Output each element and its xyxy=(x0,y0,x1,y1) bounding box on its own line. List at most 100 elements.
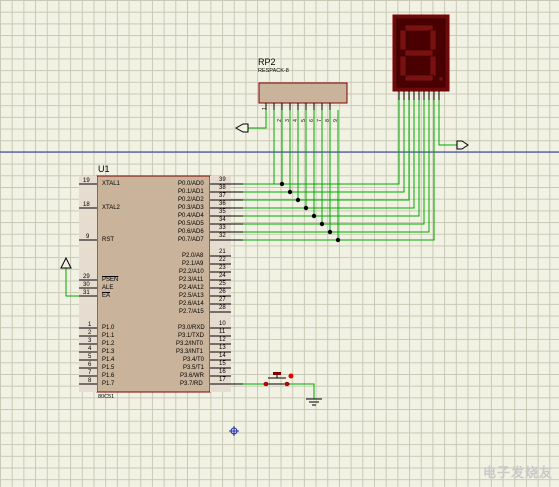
pin-name: XTAL1 xyxy=(102,181,120,187)
power-terminal-right[interactable] xyxy=(456,140,469,150)
pin-number: 4 xyxy=(88,346,92,352)
respack-rp2[interactable] xyxy=(258,82,348,110)
junction-dots xyxy=(279,181,341,243)
pin-name: P1.7 xyxy=(102,381,115,387)
pin-name: XTAL2 xyxy=(102,205,120,211)
pin-number: 39 xyxy=(219,177,226,183)
pin-name: P1.5 xyxy=(102,365,115,371)
u1-part-label: 80C51 xyxy=(98,394,115,400)
pin-number: 22 xyxy=(219,257,226,263)
push-button[interactable] xyxy=(263,372,294,387)
pin-name: P0.0/AD0 xyxy=(178,181,204,187)
pin-name: PSEN xyxy=(102,277,119,283)
pin-number: 25 xyxy=(219,281,226,287)
rp2-pin-number: 1 xyxy=(262,107,268,110)
pin-name: P3.0/RXD xyxy=(178,325,205,331)
pin-number: 31 xyxy=(83,290,90,296)
rp2-pin-number: 7 xyxy=(316,119,323,122)
rp2-pin-number: 6 xyxy=(308,119,315,122)
pin-name: P0.6/AD6 xyxy=(178,229,204,235)
pin-number: 23 xyxy=(219,265,226,271)
pin-number: 37 xyxy=(219,193,226,199)
rp2-pin-number: 5 xyxy=(300,119,307,122)
rp2-common-wire xyxy=(248,110,267,129)
pin-name: P0.2/AD2 xyxy=(178,197,204,203)
pin-number: 16 xyxy=(219,369,226,375)
pin-name: P0.3/AD3 xyxy=(178,205,204,211)
pin-name: EA xyxy=(102,293,111,299)
pin-name: P1.1 xyxy=(102,333,115,339)
pin-number: 13 xyxy=(219,345,226,351)
pin-number: 10 xyxy=(219,321,226,327)
pin-number: 12 xyxy=(219,337,226,343)
pin-number: 26 xyxy=(219,289,226,295)
pin-number: 34 xyxy=(219,217,226,223)
ea-wire xyxy=(65,268,79,297)
rp2-part-label: RESPACK-8 xyxy=(258,68,289,74)
display-common-wire xyxy=(438,100,457,146)
pin-name: P0.1/AD1 xyxy=(178,189,204,195)
pin-name: P3.6/WR xyxy=(180,373,205,379)
pin-name: P1.3 xyxy=(102,349,115,355)
watermark-text: 电子发烧友 xyxy=(482,465,553,480)
pin-number: 15 xyxy=(219,361,226,367)
pin-name: P2.2/A10 xyxy=(179,269,204,275)
rp2-ref-label: RP2 xyxy=(258,57,276,67)
pin-name: P3.4/T0 xyxy=(183,357,205,363)
pin-name: P0.5/AD5 xyxy=(178,221,204,227)
pin-name: P2.6/A14 xyxy=(179,301,204,307)
pin-number: 6 xyxy=(88,362,92,368)
rp2-pin-number: 8 xyxy=(324,119,331,122)
pin-name: P2.5/A13 xyxy=(179,293,204,299)
pin-number: 36 xyxy=(219,201,226,207)
schematic-canvas[interactable]: U1 80C51 19 XTAL1 18 XTAL2 9 RST 29 PSEN… xyxy=(0,0,559,487)
pin-number: 28 xyxy=(219,305,226,311)
pin-number: 5 xyxy=(88,354,92,360)
pin-name: P3.2/INT0 xyxy=(176,341,204,347)
button-wires xyxy=(243,383,315,399)
origin-marker xyxy=(229,426,239,436)
pin-name: P0.4/AD4 xyxy=(178,213,204,219)
pin-name: P3.1/TXD xyxy=(178,333,205,339)
pin-number: 32 xyxy=(219,233,226,239)
rp2-pin-number: 2 xyxy=(276,119,283,122)
seven-segment-display[interactable] xyxy=(392,14,450,100)
pin-name: P2.7/A15 xyxy=(179,309,204,315)
pin-name: P1.6 xyxy=(102,373,115,379)
pin-number: 24 xyxy=(219,273,226,279)
pin-number: 18 xyxy=(83,202,90,208)
pin-number: 3 xyxy=(88,338,92,344)
pin-name: P1.4 xyxy=(102,357,115,363)
pin-name: P2.4/A12 xyxy=(179,285,204,291)
pin-name: P2.1/A9 xyxy=(182,261,204,267)
power-terminal-left[interactable] xyxy=(234,123,249,133)
power-terminal-ea[interactable] xyxy=(60,256,72,269)
pin-name: RST xyxy=(102,237,114,243)
watermark-logo: 电子发烧友 xyxy=(483,462,553,481)
pin-name: P1.2 xyxy=(102,341,115,347)
pin-number: 21 xyxy=(219,249,226,255)
pin-number: 2 xyxy=(88,330,92,336)
pin-number: 14 xyxy=(219,353,226,359)
rp2-pin-number: 3 xyxy=(284,119,291,122)
pin-name: P3.3/INT1 xyxy=(176,349,204,355)
pin-name: P3.5/T1 xyxy=(183,365,205,371)
pin-number: 29 xyxy=(83,274,90,280)
pin-name: P3.7/RD xyxy=(180,381,203,387)
pin-number: 30 xyxy=(83,282,90,288)
u1-ref-label: U1 xyxy=(98,164,110,174)
pin-name: P2.3/A11 xyxy=(179,277,204,283)
pin-name: P2.0/A8 xyxy=(182,253,204,259)
pin-number: 11 xyxy=(219,329,226,335)
pin-number: 9 xyxy=(86,234,90,240)
pin-number: 19 xyxy=(83,178,90,184)
pin-number: 35 xyxy=(219,209,226,215)
pin-number: 17 xyxy=(219,377,226,383)
pin-name: P0.7/AD7 xyxy=(178,237,204,243)
rp2-pin-number: 9 xyxy=(332,119,339,122)
ground-symbol xyxy=(306,398,322,406)
pin-number: 33 xyxy=(219,225,226,231)
pin-number: 7 xyxy=(88,370,92,376)
pin-number: 27 xyxy=(219,297,226,303)
pin-number: 1 xyxy=(88,322,92,328)
